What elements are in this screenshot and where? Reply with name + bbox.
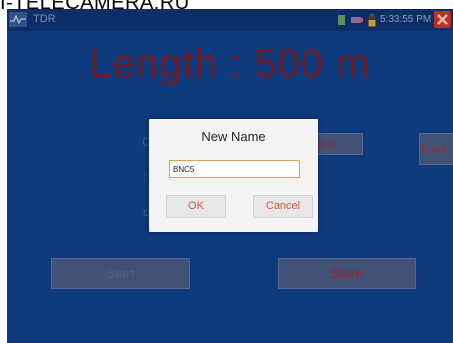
length-label: Length [89,42,218,86]
sd-card-icon [338,15,345,25]
cancel-button[interactable]: Cancel [253,195,313,218]
length-unit: m [336,42,371,86]
length-readout: Length : 500 m [89,42,371,86]
clock: 5:33:55 PM [380,14,432,25]
cable-name-button[interactable]: ed1 [316,133,363,155]
battery-icon [368,14,376,27]
field-label-2: : [143,169,147,183]
usb-icon [351,17,363,23]
ok-button[interactable]: OK [166,195,226,218]
start-button[interactable]: Start [51,258,190,289]
save-button[interactable]: Save [278,258,416,289]
close-icon [437,14,448,25]
dialog-title: New Name [201,129,266,144]
back-button[interactable]: Back [419,133,453,165]
close-button[interactable] [434,11,451,28]
length-value: 500 [254,42,324,86]
new-name-dialog: New Name OK Cancel [149,119,318,232]
name-input[interactable] [169,160,300,178]
watermark: I-TELECAMERA.RU [0,0,190,14]
